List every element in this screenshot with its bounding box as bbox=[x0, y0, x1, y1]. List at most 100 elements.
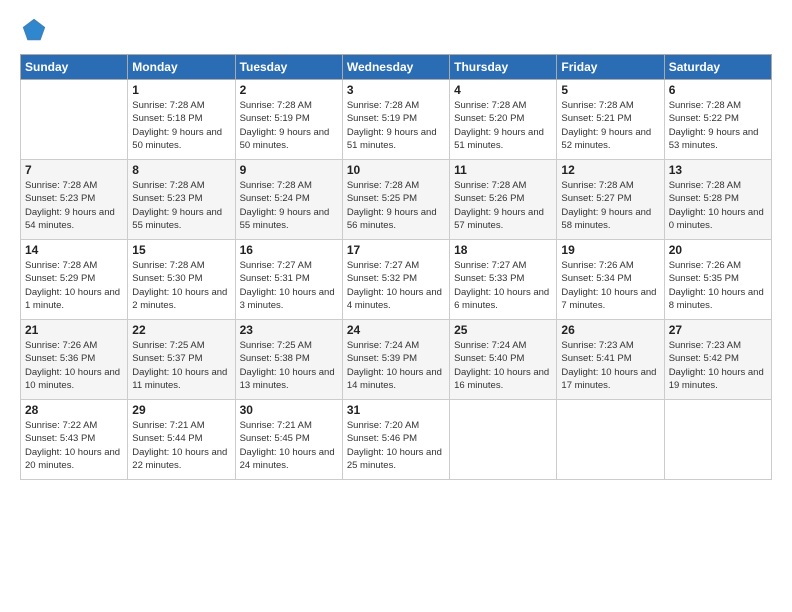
cell-1-5: 12 Sunrise: 7:28 AMSunset: 5:27 PMDayligh… bbox=[557, 160, 664, 240]
cell-2-4: 18 Sunrise: 7:27 AMSunset: 5:33 PMDayligh… bbox=[450, 240, 557, 320]
day-number: 20 bbox=[669, 243, 767, 257]
header-saturday: Saturday bbox=[664, 55, 771, 80]
logo-icon bbox=[20, 16, 48, 44]
day-number: 6 bbox=[669, 83, 767, 97]
day-info: Sunrise: 7:28 AMSunset: 5:28 PMDaylight:… bbox=[669, 179, 767, 232]
cell-3-1: 22Sunrise: 7:25 AMSunset: 5:37 PMDayligh… bbox=[128, 320, 235, 400]
header-row: SundayMondayTuesdayWednesdayThursdayFrid… bbox=[21, 55, 772, 80]
cell-3-6: 27Sunrise: 7:23 AMSunset: 5:42 PMDayligh… bbox=[664, 320, 771, 400]
day-number: 24 bbox=[347, 323, 445, 337]
cell-4-2: 30Sunrise: 7:21 AMSunset: 5:45 PMDayligh… bbox=[235, 400, 342, 480]
day-number: 28 bbox=[25, 403, 123, 417]
day-info: Sunrise: 7:21 AMSunset: 5:44 PMDaylight:… bbox=[132, 419, 230, 472]
day-info: Sunrise: 7:23 AMSunset: 5:41 PMDaylight:… bbox=[561, 339, 659, 392]
day-info: Sunrise: 7:28 AMSunset: 5:26 PMDaylight:… bbox=[454, 179, 552, 232]
cell-1-0: 7Sunrise: 7:28 AMSunset: 5:23 PMDaylight… bbox=[21, 160, 128, 240]
cell-0-6: 6 Sunrise: 7:28 AMSunset: 5:22 PMDaylight… bbox=[664, 80, 771, 160]
cell-3-0: 21 Sunrise: 7:26 AMSunset: 5:36 PMDayligh… bbox=[21, 320, 128, 400]
day-number: 1 bbox=[132, 83, 230, 97]
day-number: 25 bbox=[454, 323, 552, 337]
calendar-table: SundayMondayTuesdayWednesdayThursdayFrid… bbox=[20, 54, 772, 480]
day-number: 19 bbox=[561, 243, 659, 257]
day-info: Sunrise: 7:28 AMSunset: 5:21 PMDaylight:… bbox=[561, 99, 659, 152]
cell-2-0: 14 Sunrise: 7:28 AMSunset: 5:29 PMDayligh… bbox=[21, 240, 128, 320]
day-number: 17 bbox=[347, 243, 445, 257]
cell-0-5: 5 Sunrise: 7:28 AMSunset: 5:21 PMDaylight… bbox=[557, 80, 664, 160]
day-number: 30 bbox=[240, 403, 338, 417]
cell-1-3: 10 Sunrise: 7:28 AMSunset: 5:25 PMDayligh… bbox=[342, 160, 449, 240]
day-info: Sunrise: 7:27 AMSunset: 5:32 PMDaylight:… bbox=[347, 259, 445, 312]
day-number: 9 bbox=[240, 163, 338, 177]
day-info: Sunrise: 7:28 AMSunset: 5:25 PMDaylight:… bbox=[347, 179, 445, 232]
page-container: SundayMondayTuesdayWednesdayThursdayFrid… bbox=[0, 0, 792, 490]
day-info: Sunrise: 7:28 AMSunset: 5:22 PMDaylight:… bbox=[669, 99, 767, 152]
day-info: Sunrise: 7:26 AMSunset: 5:36 PMDaylight:… bbox=[25, 339, 123, 392]
cell-2-6: 20 Sunrise: 7:26 AMSunset: 5:35 PMDayligh… bbox=[664, 240, 771, 320]
day-number: 27 bbox=[669, 323, 767, 337]
logo bbox=[20, 16, 52, 44]
day-number: 31 bbox=[347, 403, 445, 417]
header-wednesday: Wednesday bbox=[342, 55, 449, 80]
day-info: Sunrise: 7:28 AMSunset: 5:29 PMDaylight:… bbox=[25, 259, 123, 312]
week-row-0: 1 Sunrise: 7:28 AMSunset: 5:18 PMDaylight… bbox=[21, 80, 772, 160]
day-number: 5 bbox=[561, 83, 659, 97]
day-number: 23 bbox=[240, 323, 338, 337]
cell-1-6: 13Sunrise: 7:28 AMSunset: 5:28 PMDayligh… bbox=[664, 160, 771, 240]
cell-4-5 bbox=[557, 400, 664, 480]
header-tuesday: Tuesday bbox=[235, 55, 342, 80]
week-row-1: 7Sunrise: 7:28 AMSunset: 5:23 PMDaylight… bbox=[21, 160, 772, 240]
header-friday: Friday bbox=[557, 55, 664, 80]
day-number: 11 bbox=[454, 163, 552, 177]
day-info: Sunrise: 7:24 AMSunset: 5:40 PMDaylight:… bbox=[454, 339, 552, 392]
day-info: Sunrise: 7:27 AMSunset: 5:31 PMDaylight:… bbox=[240, 259, 338, 312]
cell-0-1: 1 Sunrise: 7:28 AMSunset: 5:18 PMDaylight… bbox=[128, 80, 235, 160]
day-info: Sunrise: 7:28 AMSunset: 5:23 PMDaylight:… bbox=[132, 179, 230, 232]
header bbox=[20, 16, 772, 44]
day-number: 22 bbox=[132, 323, 230, 337]
cell-2-5: 19 Sunrise: 7:26 AMSunset: 5:34 PMDayligh… bbox=[557, 240, 664, 320]
day-info: Sunrise: 7:26 AMSunset: 5:35 PMDaylight:… bbox=[669, 259, 767, 312]
day-info: Sunrise: 7:25 AMSunset: 5:38 PMDaylight:… bbox=[240, 339, 338, 392]
cell-0-3: 3 Sunrise: 7:28 AMSunset: 5:19 PMDaylight… bbox=[342, 80, 449, 160]
cell-0-0 bbox=[21, 80, 128, 160]
day-number: 18 bbox=[454, 243, 552, 257]
day-number: 12 bbox=[561, 163, 659, 177]
day-info: Sunrise: 7:26 AMSunset: 5:34 PMDaylight:… bbox=[561, 259, 659, 312]
day-info: Sunrise: 7:20 AMSunset: 5:46 PMDaylight:… bbox=[347, 419, 445, 472]
day-info: Sunrise: 7:28 AMSunset: 5:20 PMDaylight:… bbox=[454, 99, 552, 152]
day-number: 3 bbox=[347, 83, 445, 97]
cell-4-0: 28 Sunrise: 7:22 AMSunset: 5:43 PMDayligh… bbox=[21, 400, 128, 480]
week-row-2: 14 Sunrise: 7:28 AMSunset: 5:29 PMDayligh… bbox=[21, 240, 772, 320]
day-info: Sunrise: 7:22 AMSunset: 5:43 PMDaylight:… bbox=[25, 419, 123, 472]
cell-4-6 bbox=[664, 400, 771, 480]
header-monday: Monday bbox=[128, 55, 235, 80]
day-number: 26 bbox=[561, 323, 659, 337]
cell-1-4: 11 Sunrise: 7:28 AMSunset: 5:26 PMDayligh… bbox=[450, 160, 557, 240]
cell-1-2: 9Sunrise: 7:28 AMSunset: 5:24 PMDaylight… bbox=[235, 160, 342, 240]
cell-4-4 bbox=[450, 400, 557, 480]
day-info: Sunrise: 7:28 AMSunset: 5:23 PMDaylight:… bbox=[25, 179, 123, 232]
week-row-3: 21 Sunrise: 7:26 AMSunset: 5:36 PMDayligh… bbox=[21, 320, 772, 400]
day-number: 8 bbox=[132, 163, 230, 177]
day-number: 10 bbox=[347, 163, 445, 177]
day-info: Sunrise: 7:27 AMSunset: 5:33 PMDaylight:… bbox=[454, 259, 552, 312]
day-info: Sunrise: 7:28 AMSunset: 5:18 PMDaylight:… bbox=[132, 99, 230, 152]
cell-3-3: 24Sunrise: 7:24 AMSunset: 5:39 PMDayligh… bbox=[342, 320, 449, 400]
week-row-4: 28 Sunrise: 7:22 AMSunset: 5:43 PMDayligh… bbox=[21, 400, 772, 480]
day-number: 21 bbox=[25, 323, 123, 337]
day-number: 14 bbox=[25, 243, 123, 257]
cell-4-1: 29 Sunrise: 7:21 AMSunset: 5:44 PMDayligh… bbox=[128, 400, 235, 480]
header-thursday: Thursday bbox=[450, 55, 557, 80]
cell-3-4: 25 Sunrise: 7:24 AMSunset: 5:40 PMDayligh… bbox=[450, 320, 557, 400]
day-info: Sunrise: 7:28 AMSunset: 5:19 PMDaylight:… bbox=[240, 99, 338, 152]
day-number: 16 bbox=[240, 243, 338, 257]
cell-2-2: 16 Sunrise: 7:27 AMSunset: 5:31 PMDayligh… bbox=[235, 240, 342, 320]
cell-0-2: 2 Sunrise: 7:28 AMSunset: 5:19 PMDaylight… bbox=[235, 80, 342, 160]
day-info: Sunrise: 7:28 AMSunset: 5:19 PMDaylight:… bbox=[347, 99, 445, 152]
cell-2-3: 17 Sunrise: 7:27 AMSunset: 5:32 PMDayligh… bbox=[342, 240, 449, 320]
day-number: 2 bbox=[240, 83, 338, 97]
day-info: Sunrise: 7:28 AMSunset: 5:27 PMDaylight:… bbox=[561, 179, 659, 232]
cell-2-1: 15Sunrise: 7:28 AMSunset: 5:30 PMDayligh… bbox=[128, 240, 235, 320]
header-sunday: Sunday bbox=[21, 55, 128, 80]
day-number: 29 bbox=[132, 403, 230, 417]
